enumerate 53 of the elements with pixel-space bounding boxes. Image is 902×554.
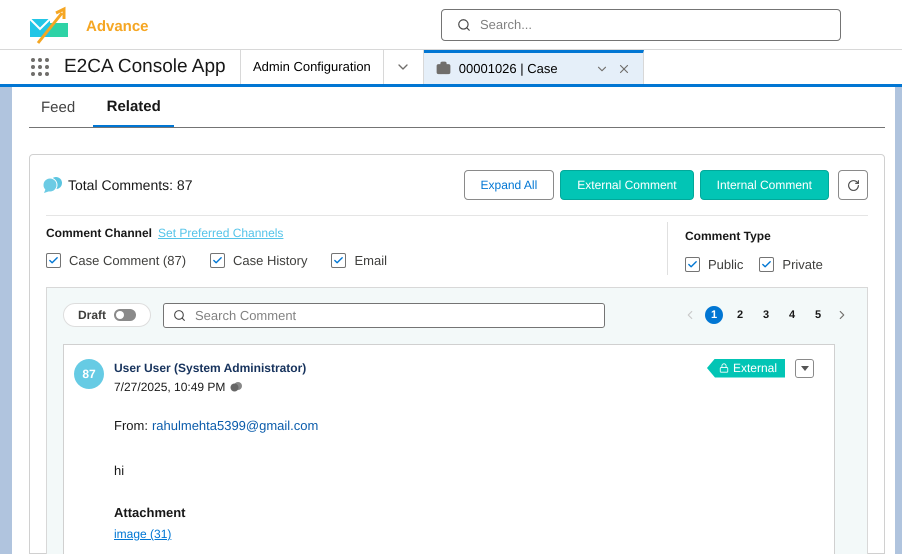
draft-toggle[interactable]: Draft: [63, 303, 152, 327]
check-icon: [212, 255, 224, 266]
app-launcher-icon[interactable]: [28, 55, 52, 79]
attachment-link[interactable]: image (31): [114, 527, 172, 541]
checkbox-label: Public: [708, 256, 744, 274]
check-icon: [333, 255, 344, 266]
total-comments: Total Comments: 87: [68, 176, 194, 194]
checkbox[interactable]: [759, 257, 774, 272]
from-label: From:: [114, 416, 148, 434]
search-icon: [457, 18, 471, 32]
checkbox-label: Case History: [233, 252, 308, 270]
page-number[interactable]: 4: [783, 306, 801, 324]
check-icon: [687, 259, 698, 270]
checkbox[interactable]: [685, 257, 700, 272]
record-tab[interactable]: 00001026 | Case: [424, 50, 644, 84]
email-link[interactable]: rahulmehta5399@gmail.com: [152, 416, 318, 435]
comment-search-field[interactable]: Search Comment: [163, 302, 606, 328]
refresh-button[interactable]: [838, 170, 868, 200]
action-button[interactable]: Expand All: [464, 170, 554, 200]
comment-author: User User (System Administrator): [114, 360, 306, 376]
comment-channel-label: Comment Channel: [46, 225, 152, 242]
tab[interactable]: Feed: [29, 90, 88, 127]
app-name: E2CA Console App: [64, 54, 226, 79]
attachment-label: Attachment: [114, 504, 187, 522]
comments-icon: [230, 382, 242, 392]
checkbox[interactable]: [331, 253, 346, 268]
comment-body: hi: [114, 462, 126, 480]
page-number[interactable]: 1: [705, 306, 723, 324]
record-tab-label: 00001026 | Case: [458, 60, 559, 78]
logo-text: Advance: [86, 17, 149, 37]
briefcase-icon: [436, 61, 451, 76]
avatar: 87: [74, 358, 104, 388]
comment-time: 7/27/2025, 10:49 PM: [114, 378, 226, 396]
page-number[interactable]: 2: [731, 306, 749, 324]
external-badge: External: [706, 358, 785, 378]
comment-type-label: Comment Type: [685, 229, 771, 243]
refresh-icon: [846, 178, 860, 192]
caret-down-icon: [800, 366, 808, 370]
menu-button[interactable]: [795, 358, 814, 378]
search-icon: [173, 308, 186, 322]
checkbox-label: Private: [782, 256, 823, 274]
page-number[interactable]: 5: [809, 306, 827, 324]
tab[interactable]: Related: [93, 90, 174, 127]
check-icon: [761, 259, 772, 270]
checkbox[interactable]: [46, 253, 61, 268]
check-icon: [48, 255, 59, 266]
checkbox-label: Case Comment (87): [69, 252, 186, 270]
checkbox[interactable]: [210, 253, 226, 268]
comments-icon: [42, 176, 64, 194]
nav-tab[interactable]: Admin Configuration: [241, 50, 384, 84]
page-number[interactable]: 3: [757, 306, 775, 324]
search-field[interactable]: Search...: [441, 8, 841, 40]
checkbox-label: Email: [354, 252, 387, 270]
